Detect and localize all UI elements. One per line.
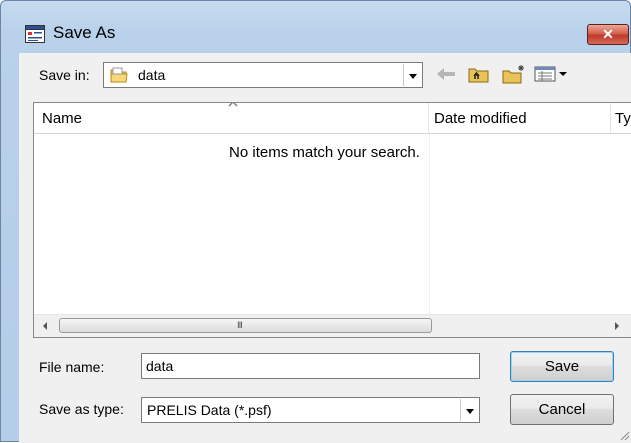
back-arrow-icon[interactable] (433, 63, 459, 85)
chevron-down-icon[interactable] (460, 399, 478, 421)
chevron-down-icon[interactable] (403, 64, 421, 86)
column-header-date-modified[interactable]: Date modified (429, 103, 611, 134)
save-button[interactable]: Save (510, 351, 614, 382)
views-menu-icon[interactable] (533, 63, 573, 85)
scrollbar-thumb[interactable]: III (59, 318, 432, 333)
column-header-type[interactable]: Ty (611, 103, 631, 134)
dialog-title: Save As (53, 23, 116, 42)
column-header-name[interactable]: Name (34, 103, 429, 134)
scroll-left-icon[interactable] (40, 320, 50, 332)
file-name-input[interactable] (141, 353, 480, 379)
app-document-icon (25, 25, 45, 43)
folder-icon (110, 67, 128, 83)
file-name-label: File name: (39, 359, 105, 375)
sort-ascending-icon (228, 103, 238, 107)
save-as-type-label: Save as type: (39, 401, 124, 417)
save-in-value: data (138, 67, 166, 83)
column-label-date-modified: Date modified (434, 110, 527, 127)
scroll-grip-icon: III (237, 321, 243, 331)
resize-grip-icon[interactable] (618, 429, 630, 441)
column-label-name: Name (42, 110, 83, 127)
save-as-type-value: PRELIS Data (*.psf) (147, 402, 272, 418)
up-folder-icon[interactable] (467, 63, 491, 85)
new-folder-icon[interactable] (501, 63, 527, 85)
save-in-label: Save in: (39, 67, 90, 83)
save-in-dropdown[interactable]: data (103, 62, 423, 88)
column-divider (429, 134, 430, 317)
cancel-button[interactable]: Cancel (510, 394, 614, 425)
title-bar[interactable]: Save As ✕ (1, 1, 630, 45)
scroll-right-icon[interactable] (612, 320, 622, 332)
close-icon: ✕ (602, 26, 614, 42)
save-as-dialog: Save As ✕ Save in: data Name Date modifi… (0, 0, 631, 443)
empty-list-message: No items match your search. (229, 144, 420, 161)
column-label-type: Ty (615, 110, 631, 127)
file-list[interactable]: Name Date modified Ty No items match you… (33, 102, 631, 338)
save-as-type-dropdown[interactable]: PRELIS Data (*.psf) (141, 397, 480, 423)
close-button[interactable]: ✕ (587, 24, 629, 45)
horizontal-scrollbar[interactable]: III (34, 314, 631, 337)
